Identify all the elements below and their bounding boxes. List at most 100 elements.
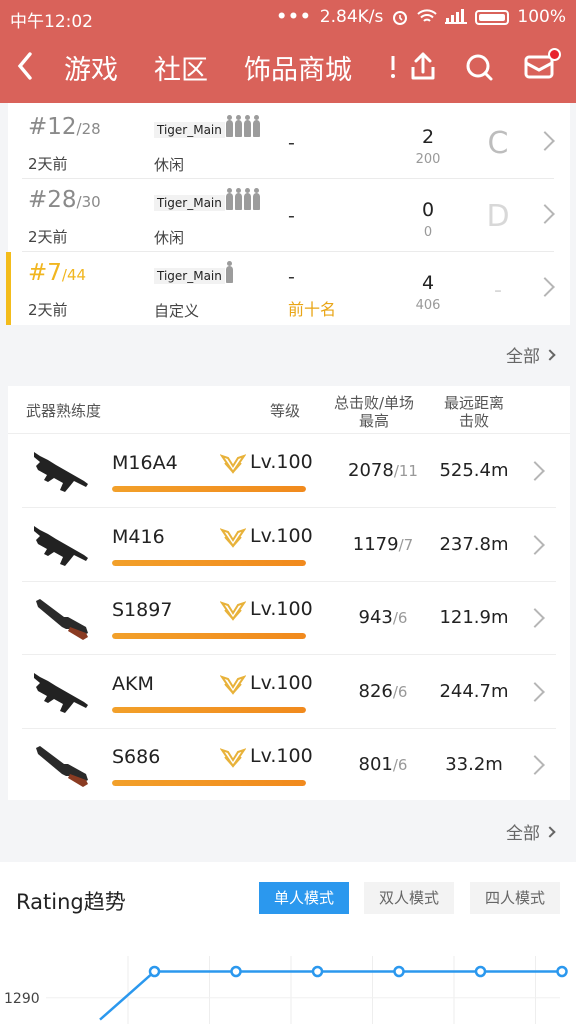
match-mode: 休闲 bbox=[154, 156, 185, 174]
kills-header: 总击败/单场 最高 bbox=[324, 394, 424, 430]
level-progress-bar bbox=[112, 559, 306, 566]
max-kills: /7 bbox=[398, 535, 414, 554]
level-progress-bar bbox=[112, 633, 306, 639]
nav-bar: 游戏 社区 饰品商城 bbox=[0, 38, 576, 96]
weapon-row[interactable]: S1897 Lv.100 943/6 121.9m bbox=[8, 581, 570, 655]
weapons-title: 武器熟练度 bbox=[26, 402, 102, 420]
chevron-right-icon bbox=[525, 755, 545, 775]
total-kills: 943 bbox=[358, 607, 393, 628]
weapon-kills: 2078/11 bbox=[328, 460, 438, 481]
progress-fill bbox=[112, 780, 306, 786]
weapon-name: M416 bbox=[112, 525, 165, 548]
player-name: Tiger_Main bbox=[154, 268, 225, 284]
chevron-right-icon bbox=[535, 204, 555, 224]
chevron-right-icon bbox=[535, 277, 555, 297]
weapon-row[interactable]: AKM Lv.100 826/6 244.7m bbox=[8, 655, 570, 729]
wifi-icon bbox=[417, 9, 438, 22]
weapon-row[interactable]: S686 Lv.100 801/6 33.2m bbox=[8, 728, 570, 802]
match-kills: 0 bbox=[421, 199, 435, 221]
match-row[interactable]: #7/44 2天前 Tiger_Main 自定义 - 前十名 4 406 - bbox=[6, 252, 570, 325]
rating-line bbox=[99, 970, 562, 1021]
chevron-right-icon bbox=[525, 608, 545, 628]
chevron-right-icon bbox=[525, 534, 545, 555]
level-wings-icon bbox=[220, 601, 246, 621]
chevron-right-icon bbox=[544, 825, 556, 838]
match-kills: 2 bbox=[421, 126, 435, 148]
weapon-proficiency: 武器熟练度 等级 总击败/单场 最高 最远距离 击败 M16A4 Lv.100 2078… bbox=[8, 386, 570, 800]
data-point bbox=[230, 965, 242, 978]
tab-games[interactable]: 游戏 bbox=[64, 48, 118, 87]
mode-solo-button[interactable]: 单人模式 bbox=[259, 882, 349, 914]
weapon-name: S1897 bbox=[112, 599, 173, 621]
solo-icon bbox=[226, 261, 235, 283]
weapon-name: S686 bbox=[112, 746, 161, 768]
progress-fill bbox=[112, 633, 306, 639]
level-progress-bar bbox=[112, 706, 306, 713]
level-wings-icon bbox=[220, 527, 246, 548]
total-kills: 801 bbox=[358, 754, 393, 775]
match-status: - bbox=[288, 266, 295, 288]
weapon-level: Lv.100 bbox=[250, 671, 313, 694]
weapon-name: AKM bbox=[112, 672, 154, 695]
status-bar: 中午12:02 ••• 2.84K/s 100% bbox=[0, 0, 576, 34]
hint-icon[interactable] bbox=[386, 50, 400, 84]
view-all-matches[interactable]: 全部 bbox=[506, 342, 556, 367]
weapon-kills: 801/6 bbox=[328, 754, 438, 775]
mode-squad-button[interactable]: 四人模式 bbox=[470, 882, 560, 914]
match-grade: - bbox=[494, 278, 502, 303]
tab-skin-store[interactable]: 饰品商城 bbox=[244, 48, 352, 87]
data-point bbox=[393, 965, 405, 978]
progress-fill bbox=[112, 559, 306, 566]
match-status: - bbox=[288, 132, 295, 154]
longest-kill-distance: 244.7m bbox=[439, 680, 509, 702]
app-header: 中午12:02 ••• 2.84K/s 100% 游戏 社区 饰品商城 bbox=[0, 0, 576, 103]
view-all-weapons[interactable]: 全部 bbox=[506, 819, 556, 844]
match-damage: 0 bbox=[423, 225, 433, 240]
distance-header-line2: 击败 bbox=[458, 412, 489, 430]
rifle-icon bbox=[34, 525, 88, 566]
status-time: 中午12:02 bbox=[10, 12, 93, 32]
search-icon[interactable] bbox=[462, 50, 496, 84]
player-name: Tiger_Main bbox=[154, 195, 225, 211]
longest-kill-distance: 525.4m bbox=[439, 460, 509, 481]
data-point bbox=[556, 965, 568, 978]
weapon-row[interactable]: M416 Lv.100 1179/7 237.8m bbox=[8, 508, 570, 582]
match-time: 2天前 bbox=[28, 155, 68, 173]
weapon-level: Lv.100 bbox=[250, 451, 313, 473]
battery-icon bbox=[475, 9, 510, 25]
tab-community[interactable]: 社区 bbox=[154, 48, 208, 87]
level-wings-icon bbox=[220, 748, 246, 768]
kills-header-line2: 最高 bbox=[358, 412, 389, 430]
rifle-icon bbox=[34, 672, 88, 713]
back-icon[interactable] bbox=[12, 50, 40, 82]
weapon-kills: 943/6 bbox=[328, 607, 438, 628]
match-rank: #7/44 bbox=[28, 260, 87, 286]
chevron-right-icon bbox=[525, 681, 545, 702]
weapon-level: Lv.100 bbox=[250, 598, 313, 620]
max-kills: /6 bbox=[392, 756, 408, 774]
shotgun-icon bbox=[36, 599, 88, 640]
chevron-right-icon bbox=[544, 348, 556, 361]
alarm-icon bbox=[393, 11, 408, 25]
more-dots-icon: ••• bbox=[276, 7, 312, 27]
share-icon[interactable] bbox=[406, 50, 440, 84]
mode-duo-button[interactable]: 双人模式 bbox=[364, 882, 454, 914]
max-kills: /6 bbox=[392, 682, 408, 701]
distance-header-line1: 最远距离 bbox=[443, 394, 504, 412]
longest-kill-distance: 237.8m bbox=[439, 533, 509, 555]
distance-header: 最远距离 击败 bbox=[430, 394, 518, 430]
match-time: 2天前 bbox=[28, 228, 68, 246]
match-row[interactable]: #12/28 2天前 Tiger_Main 休闲 - 2 200 C bbox=[8, 106, 570, 179]
weapon-level: Lv.100 bbox=[250, 745, 313, 767]
kills-header-line1: 总击败/单场 bbox=[333, 394, 415, 412]
weapon-name: M16A4 bbox=[112, 452, 178, 474]
shotgun-icon bbox=[36, 746, 88, 787]
level-progress-bar bbox=[112, 486, 306, 492]
total-kills: 1179 bbox=[352, 533, 399, 555]
notification-dot bbox=[548, 48, 561, 61]
weapon-row[interactable]: M16A4 Lv.100 2078/11 525.4m bbox=[8, 434, 570, 508]
max-kills: /11 bbox=[393, 462, 418, 480]
rating-trend: Rating趋势 单人模式 双人模式 四人模式 1290 bbox=[0, 862, 576, 1024]
player-name: Tiger_Main bbox=[154, 122, 225, 138]
match-row[interactable]: #28/30 2天前 Tiger_Main 休闲 - 0 0 D bbox=[8, 179, 570, 252]
